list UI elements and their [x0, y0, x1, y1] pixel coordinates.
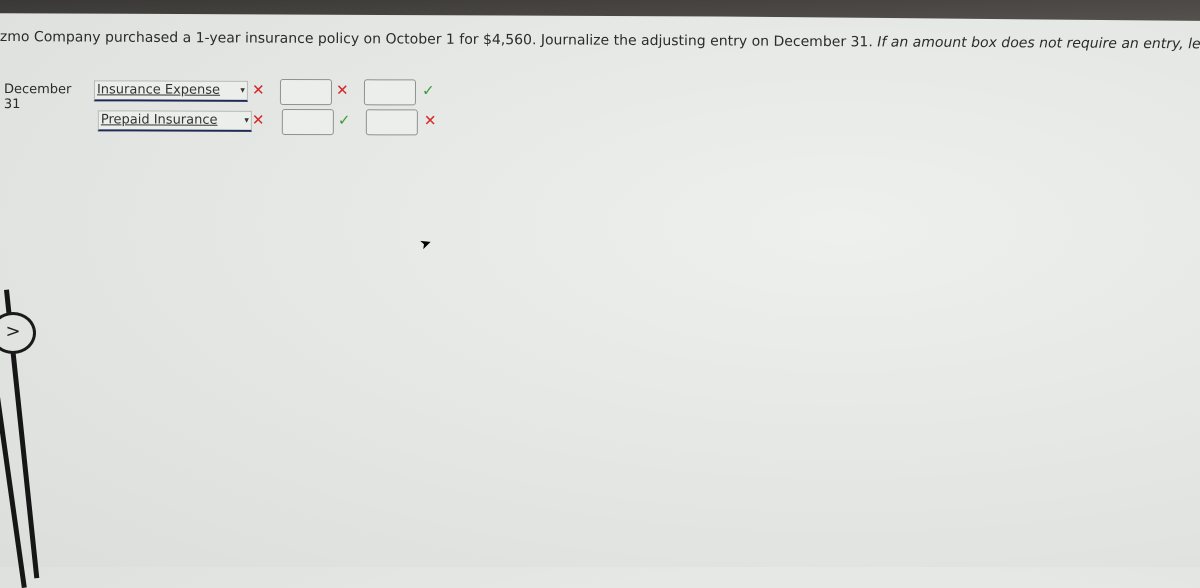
chevron-down-icon: ▾ — [240, 82, 245, 100]
incorrect-icon: ✕ — [336, 81, 349, 99]
question-prompt: zmo Company purchased a 1-year insurance… — [0, 28, 1200, 53]
question-text: zmo Company purchased a 1-year insurance… — [0, 29, 873, 50]
debit-amount-input[interactable] — [280, 79, 332, 105]
chevron-right-icon: > — [5, 321, 20, 342]
correct-check-icon: ✓ — [338, 111, 351, 129]
correct-check-icon: ✓ — [422, 81, 435, 99]
mouse-cursor-icon: ➤ — [418, 234, 434, 253]
account-select-value: Prepaid Insurance — [101, 112, 218, 127]
credit-amount-input[interactable] — [364, 79, 416, 105]
account-select[interactable]: Insurance Expense ▾ — [94, 80, 248, 102]
question-instruction: If an amount box does not require an ent… — [877, 34, 1200, 53]
screen-edge-line — [0, 389, 27, 588]
chevron-down-icon: ▾ — [244, 112, 249, 130]
monitor-bezel — [0, 0, 1200, 22]
incorrect-icon: ✕ — [252, 81, 265, 99]
account-select-value: Insurance Expense — [97, 82, 220, 97]
incorrect-icon: ✕ — [252, 111, 265, 129]
next-button[interactable]: > — [0, 312, 36, 354]
debit-amount-input[interactable] — [282, 109, 334, 135]
entry-date: December 31 — [4, 82, 72, 112]
account-select[interactable]: Prepaid Insurance ▾ — [98, 110, 252, 132]
credit-amount-input[interactable] — [366, 109, 418, 135]
incorrect-icon: ✕ — [424, 111, 437, 129]
